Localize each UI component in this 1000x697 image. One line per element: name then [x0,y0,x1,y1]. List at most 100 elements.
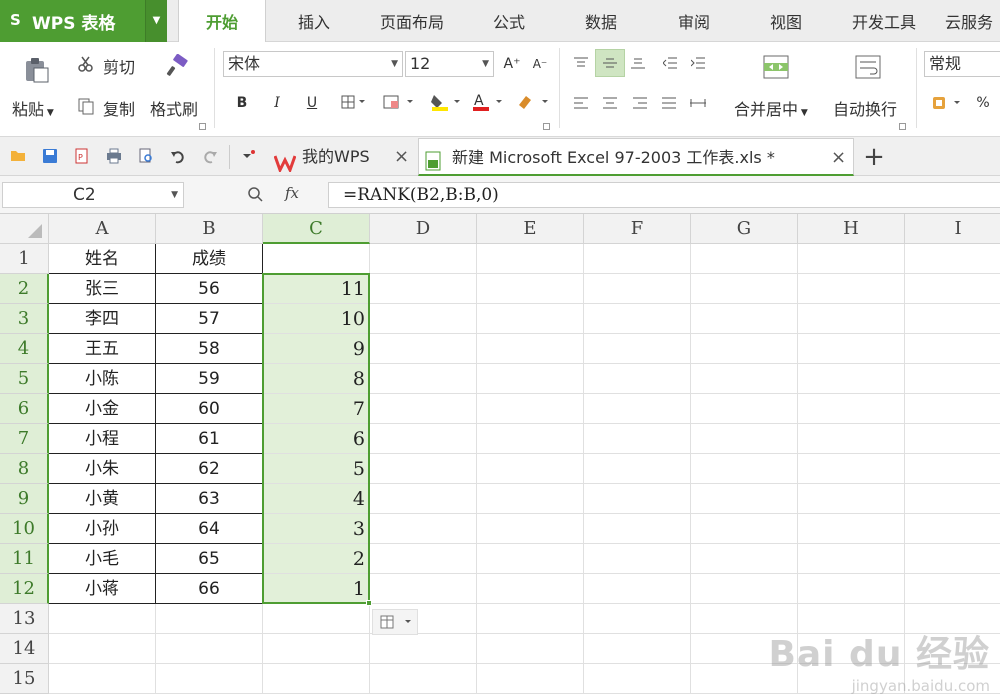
cell-h8[interactable] [798,454,905,484]
row-header-14[interactable]: 14 [0,634,49,664]
cell-g11[interactable] [691,544,798,574]
cell-f14[interactable] [584,634,691,664]
format-painter-button[interactable]: 格式刷 [150,96,198,120]
italic-button[interactable]: I [266,92,288,114]
cell-b1[interactable]: 成绩 [156,244,263,274]
cell-g2[interactable] [691,274,798,304]
cell-g10[interactable] [691,514,798,544]
cell-g1[interactable] [691,244,798,274]
cell-style-icon[interactable] [383,95,415,113]
cell-i7[interactable] [905,424,1000,454]
cell-h9[interactable] [798,484,905,514]
cell-b8[interactable]: 62 [156,454,263,484]
undo-icon[interactable] [170,148,188,166]
number-format-select[interactable]: 常规 [924,51,1000,77]
export-pdf-icon[interactable]: P [74,148,92,166]
cell-f8[interactable] [584,454,691,484]
cell-h2[interactable] [798,274,905,304]
cell-i10[interactable] [905,514,1000,544]
cell-g3[interactable] [691,304,798,334]
redo-icon[interactable] [202,148,220,166]
decrease-indent-icon[interactable] [662,57,677,73]
cell-b9[interactable]: 63 [156,484,263,514]
cell-c8[interactable]: 5 [263,454,370,484]
name-box[interactable]: C2 ▼ [2,182,184,208]
cell-f9[interactable] [584,484,691,514]
cell-f6[interactable] [584,394,691,424]
column-header-b[interactable]: B [156,214,263,244]
justify-icon[interactable] [662,97,676,113]
cell-d2[interactable] [370,274,477,304]
cell-d1[interactable] [370,244,477,274]
fill-handle[interactable] [366,600,372,606]
cell-e6[interactable] [477,394,584,424]
cell-e7[interactable] [477,424,584,454]
cell-g7[interactable] [691,424,798,454]
cell-d9[interactable] [370,484,477,514]
cell-a5[interactable]: 小陈 [49,364,156,394]
row-header-2[interactable]: 2 [0,274,49,304]
cell-c2[interactable]: 11 [263,274,370,304]
clear-format-icon[interactable] [516,93,552,115]
cell-d3[interactable] [370,304,477,334]
cell-f10[interactable] [584,514,691,544]
paste-icon[interactable] [24,56,50,88]
zoom-search-icon[interactable] [247,186,263,206]
cell-b11[interactable]: 65 [156,544,263,574]
tab-home[interactable]: 开始 [178,0,266,43]
cell-c5[interactable]: 8 [263,364,370,394]
cell-g12[interactable] [691,574,798,604]
cell-a7[interactable]: 小程 [49,424,156,454]
cell-d7[interactable] [370,424,477,454]
cell-i5[interactable] [905,364,1000,394]
cut-button[interactable]: 剪切 [103,54,135,78]
cell-f11[interactable] [584,544,691,574]
font-shrink-button[interactable]: A⁻ [529,53,551,75]
auto-fill-options-button[interactable] [372,609,418,635]
select-all-corner[interactable] [0,214,49,244]
tab-cloud[interactable]: 云服务 [945,0,1000,42]
cell-a8[interactable]: 小朱 [49,454,156,484]
cell-i12[interactable] [905,574,1000,604]
cell-c14[interactable] [263,634,370,664]
print-icon[interactable] [106,148,124,166]
cell-i4[interactable] [905,334,1000,364]
cell-c11[interactable]: 2 [263,544,370,574]
cell-a12[interactable]: 小蒋 [49,574,156,604]
font-size-select[interactable]: 12 ▼ [405,51,494,77]
column-header-e[interactable]: E [477,214,584,244]
cell-d10[interactable] [370,514,477,544]
cell-h1[interactable] [798,244,905,274]
cell-c13[interactable] [263,604,370,634]
cell-a9[interactable]: 小黄 [49,484,156,514]
align-middle-icon[interactable] [595,49,625,77]
cell-h10[interactable] [798,514,905,544]
cell-a11[interactable]: 小毛 [49,544,156,574]
cell-f4[interactable] [584,334,691,364]
cell-a6[interactable]: 小金 [49,394,156,424]
column-header-f[interactable]: F [584,214,691,244]
borders-icon[interactable] [341,95,367,113]
column-header-h[interactable]: H [798,214,905,244]
paste-button[interactable]: 粘贴 ▼ [12,96,54,120]
doc-tab-workbook[interactable]: 新建 Microsoft Excel 97-2003 工作表.xls * × [418,138,854,176]
cell-c3[interactable]: 10 [263,304,370,334]
cell-c6[interactable]: 7 [263,394,370,424]
tab-review[interactable]: 审阅 [659,0,729,42]
cell-b12[interactable]: 66 [156,574,263,604]
currency-icon[interactable] [932,95,966,115]
row-header-13[interactable]: 13 [0,604,49,634]
cell-a3[interactable]: 李四 [49,304,156,334]
cell-i8[interactable] [905,454,1000,484]
cell-e8[interactable] [477,454,584,484]
cell-i2[interactable] [905,274,1000,304]
font-launcher-icon[interactable] [543,123,550,130]
cell-c7[interactable]: 6 [263,424,370,454]
cell-e15[interactable] [477,664,584,694]
cell-a15[interactable] [49,664,156,694]
merge-center-button[interactable]: 合并居中 ▼ [734,96,808,120]
cell-i11[interactable] [905,544,1000,574]
align-center-icon[interactable] [603,97,617,113]
cell-e13[interactable] [477,604,584,634]
doc-tab-my-wps[interactable]: 我的WPS × [268,138,416,176]
